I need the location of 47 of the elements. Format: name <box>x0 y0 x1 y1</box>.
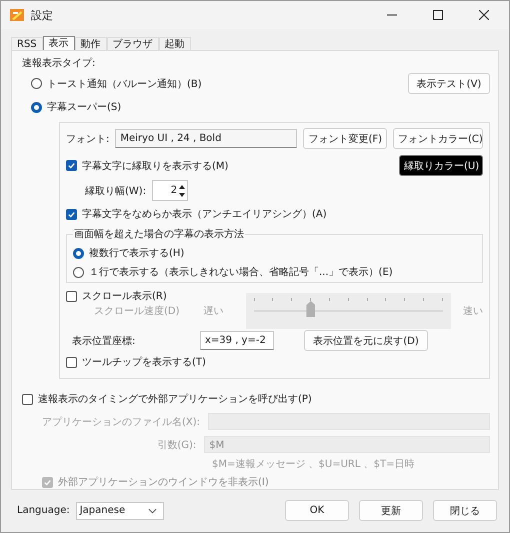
arguments-label: 引数(G): <box>156 438 196 452</box>
spin-arrows-icon[interactable] <box>178 182 186 198</box>
language-label: Language: <box>17 505 70 516</box>
radio-button[interactable]: １行で表示する（表示しきれない場合、省略記号「...」で表示）(E) <box>73 265 393 279</box>
reset-position-button[interactable]: 表示位置を元に戻す(D) <box>304 330 428 351</box>
checkbox[interactable]: ツールチップを表示する(T) <box>66 355 206 369</box>
dialog-button[interactable]: OK <box>285 500 349 521</box>
position-label: 表示位置座標: <box>72 334 136 348</box>
font-change-button[interactable]: フォント変更(F) <box>303 128 387 149</box>
speed-slider[interactable] <box>246 293 451 329</box>
spin-field[interactable]: 2 <box>152 180 188 201</box>
tab[interactable]: 動作 <box>74 37 107 50</box>
test-button[interactable]: 表示テスト(V) <box>408 73 490 94</box>
group-title: 画面幅を超えた場合の字幕の表示方法 <box>73 228 245 241</box>
radio-button[interactable]: トースト通知（バルーン通知）(B) <box>31 76 202 90</box>
app-icon <box>9 7 25 23</box>
position-field[interactable]: x=39 , y=-2 <box>200 331 274 350</box>
font-field: Meiryo UI , 24 , Bold <box>115 129 298 148</box>
outline-color-button[interactable]: 縁取りカラー(U) <box>399 155 483 176</box>
check-icon <box>67 210 76 218</box>
hint-text: $M=速報メッセージ 、$U=URL 、$T=日時 <box>212 458 416 471</box>
check-icon <box>67 161 76 170</box>
close-icon[interactable] <box>479 10 489 20</box>
tab[interactable]: RSS <box>11 37 43 50</box>
scroll-speed-label: スクロール速度(D) <box>94 304 181 318</box>
tab[interactable]: 表示 <box>42 36 75 50</box>
maximize-icon[interactable] <box>433 10 443 20</box>
font-color-button[interactable]: フォントカラー(C) <box>393 128 483 149</box>
checkbox[interactable]: 字幕文字をなめらか表示（アンチエイリアシング）(A) <box>66 207 327 221</box>
radio-button[interactable]: 複数行で表示する(H) <box>73 246 184 260</box>
language-dropdown[interactable]: Japanese <box>76 502 164 520</box>
checkbox[interactable]: 字幕文字に縁取りを表示する(M) <box>66 158 228 172</box>
font-label: フォント: <box>66 132 110 146</box>
checkbox[interactable]: スクロール表示(R) <box>66 289 167 303</box>
slow-label: 遅い <box>204 305 225 318</box>
dialog-button[interactable]: 更新 <box>359 500 423 521</box>
check-icon <box>43 478 52 486</box>
window-title: 設定 <box>31 8 53 22</box>
chevron-icon <box>148 508 157 514</box>
fast-label: 速い <box>462 304 483 318</box>
section-label: 速報表示タイプ: <box>22 56 96 70</box>
radio-button[interactable]: 字幕スーパー(S) <box>31 100 122 114</box>
dialog-button[interactable]: 閉じる <box>433 500 497 521</box>
file-name-label: アプリケーションのファイル名(X): <box>42 416 200 428</box>
tab[interactable]: ブラウザ <box>106 37 159 50</box>
outline-width-label: 縁取り幅(W): <box>85 184 146 198</box>
tab[interactable]: 起動 <box>158 37 191 50</box>
